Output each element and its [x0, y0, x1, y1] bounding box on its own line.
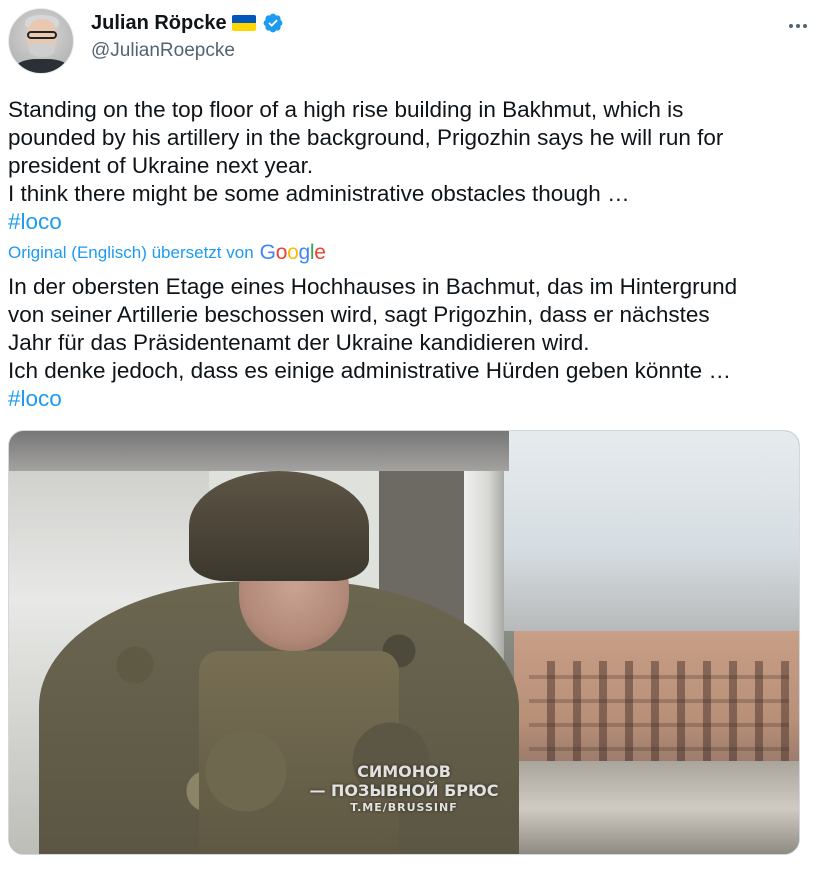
tweet-text-line: pounded by his artillery in the backgrou…: [8, 125, 724, 150]
avatar-glasses: [27, 31, 57, 39]
avatar-shirt: [15, 59, 69, 73]
translated-text-line: In der obersten Etage eines Hochhauses i…: [8, 274, 738, 299]
tweet-text-line: Standing on the top floor of a high rise…: [8, 97, 684, 122]
translation-attribution[interactable]: Original (Englisch) übersetzt von Google: [8, 240, 326, 266]
tweet-text-line: I think there might be some administrati…: [8, 181, 630, 206]
tweet-header: Julian Röpcke @JulianRoepcke: [8, 8, 820, 74]
media-soldier-helmet: [189, 471, 369, 581]
translated-text-line: von seiner Artillerie beschossen wird, s…: [8, 302, 710, 327]
translated-text-line: Jahr für das Präsidentenamt der Ukraine …: [8, 330, 590, 355]
translated-text: In der obersten Etage eines Hochhauses i…: [8, 273, 818, 413]
google-logo: Google: [259, 241, 326, 264]
media-ceiling: [9, 431, 509, 471]
author-name-row[interactable]: Julian Röpcke: [91, 10, 284, 36]
verified-badge-icon[interactable]: [262, 12, 284, 34]
ukraine-flag-icon: [231, 15, 256, 31]
tweet-text-line: president of Ukraine next year.: [8, 153, 314, 178]
tweet-text: Standing on the top floor of a high rise…: [8, 96, 808, 236]
caption-line-3: T.ME/BRUSSINF: [350, 801, 458, 814]
caption-line-1: СИМОНОВ: [357, 762, 451, 781]
translation-note-label: Original (Englisch) übersetzt von: [8, 243, 254, 262]
hashtag-link[interactable]: #loco: [8, 208, 808, 236]
avatar-beard: [29, 43, 55, 57]
media-rubble: [499, 761, 799, 854]
hashtag-link[interactable]: #loco: [8, 385, 818, 413]
author-display-name[interactable]: Julian Röpcke: [91, 12, 227, 35]
more-horizontal-icon[interactable]: [784, 16, 812, 36]
media-building-windows: [529, 661, 789, 771]
tweet-media-video[interactable]: СИМОНОВ — ПОЗЫВНОЙ БРЮС T.ME/BRUSSINF: [8, 430, 800, 855]
author-handle[interactable]: @JulianRoepcke: [91, 40, 235, 62]
translated-text-line: Ich denke jedoch, dass es einige adminis…: [8, 358, 731, 383]
avatar[interactable]: [8, 8, 74, 74]
media-watermark-caption: СИМОНОВ — ПОЗЫВНОЙ БРЮС T.ME/BRUSSINF: [299, 763, 509, 815]
caption-line-2: — ПОЗЫВНОЙ БРЮС: [309, 781, 499, 800]
